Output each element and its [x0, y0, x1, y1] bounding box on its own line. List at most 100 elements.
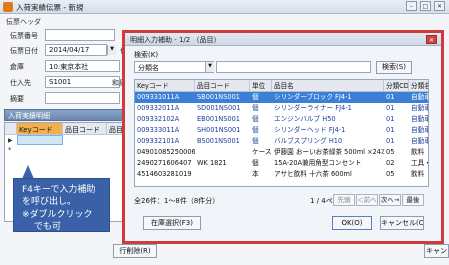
cell: 009332101A [137, 137, 180, 145]
window-title: 入荷実績伝票 - 新規 [16, 3, 84, 12]
cell: 個 [252, 126, 259, 134]
search-input[interactable] [216, 61, 371, 73]
cancel-button[interactable]: キャンセル(C) [380, 216, 424, 230]
cell [195, 147, 250, 158]
cell: 05 [386, 148, 395, 156]
cell: 飲料 [411, 170, 425, 178]
cell: 01 [386, 137, 395, 145]
callout-line-2: を呼び出し。 [22, 197, 77, 207]
stock-select-button[interactable]: 在庫選択(F3) [143, 216, 201, 230]
slip-date-label: 伝票日付 [10, 47, 38, 55]
row-delete-button[interactable]: 行削除(R) [113, 244, 157, 258]
table-row[interactable]: 009332101A BS001NS001 個 バルブスプリング H10 01 … [135, 136, 428, 147]
maximize-button[interactable]: □ [420, 1, 431, 11]
cell: EB001NS001 [197, 115, 240, 123]
grid-col-key[interactable]: Keyコード [17, 123, 63, 135]
app-icon [3, 2, 13, 12]
cell: 009333011A [137, 126, 180, 134]
row-pointer-icon: ▶ [8, 137, 13, 144]
warehouse-select[interactable]: 10:東京本社 [45, 60, 120, 72]
cell: 自動車部品 [411, 126, 428, 134]
callout-pointer [22, 165, 34, 179]
cell: 02 [386, 159, 395, 167]
grid-corner [5, 123, 17, 135]
cell: アサヒ飲料 十六茶 600ml [274, 170, 352, 178]
cell: 2490271606407 [137, 159, 192, 167]
results-table[interactable]: Keyコード 品目コード 単位 品目名 分類CD 分類名 009331011A … [134, 79, 429, 187]
cell: 自動車部品 [411, 93, 428, 101]
cell: 自動車部品 [411, 137, 428, 145]
table-row[interactable]: 009331011A SB001NS001 個 シリンダーブロック FJ4-1 … [135, 92, 428, 103]
chevron-down-icon[interactable]: ▼ [205, 62, 214, 72]
cell: ケース [252, 148, 272, 156]
callout-line-4: でも可 [34, 222, 62, 232]
cell: 飲料 [411, 148, 425, 156]
col-product-name[interactable]: 品目名 [272, 80, 384, 92]
dialog-title: 明細入力補助 - 1/2 （品目） [130, 36, 221, 44]
new-row-marker: * [8, 146, 12, 154]
cell: WK 1821 [197, 159, 227, 167]
slip-date-input[interactable]: 2014/04/17 [45, 44, 107, 56]
detail-band-label: 入荷実績明細 [8, 112, 50, 120]
grid-active-cell[interactable] [17, 135, 63, 145]
cell: エンジンバルブ H50 [274, 115, 336, 123]
table-row[interactable]: 2490271606407 WK 1821 個 15A-20A兼用角型コンセント… [135, 158, 428, 169]
section-header: 伝票ヘッダ [6, 18, 41, 26]
ok-button[interactable]: OK(O) [332, 216, 372, 230]
table-row[interactable]: 04901085250006 ケース 伊藤園 おーいお茶緑茶 500ml ×24… [135, 147, 428, 158]
cell: 自動車部品 [411, 115, 428, 123]
callout-box: F4キーで入力補助 を呼び出し。 ※ダブルクリック でも可 [13, 178, 110, 232]
cell: シリンダーライナー FJ4-1 [274, 104, 352, 112]
prev-page-button[interactable]: ＜前へ [356, 194, 378, 206]
slip-no-input[interactable] [45, 29, 115, 41]
cell [195, 169, 250, 180]
table-row[interactable]: 009332102A EB001NS001 個 エンジンバルブ H50 01 自… [135, 114, 428, 125]
cell: 009332011A [137, 104, 180, 112]
cell: 01 [386, 104, 395, 112]
cell: SB001NS001 [197, 93, 240, 101]
cell: SD001NS001 [197, 104, 241, 112]
table-row[interactable]: 009333011A SH001NS001 個 シリンダーヘッド FJ4-1 0… [135, 125, 428, 136]
calendar-dropdown-icon[interactable]: ▼ [107, 45, 116, 55]
cell: 01 [386, 115, 395, 123]
cell: BS001NS001 [197, 137, 240, 145]
search-group-label: 検索(K) [134, 51, 159, 59]
cell: 009332102A [137, 115, 180, 123]
dialog-close-button[interactable]: ✕ [426, 35, 437, 44]
minimize-button[interactable]: – [406, 1, 417, 11]
table-row[interactable]: 009332011A SD001NS001 個 シリンダーライナー FJ4-1 … [135, 103, 428, 114]
cell: 01 [386, 93, 395, 101]
next-page-button[interactable]: 次へ→ [379, 194, 401, 206]
col-category-name[interactable]: 分類名 [409, 80, 428, 92]
supplier-label: 仕入先 [10, 79, 31, 87]
record-count: 全26件：1〜8件（8件分） [134, 197, 220, 205]
main-cancel-button[interactable]: キャン [424, 244, 449, 258]
memo-input[interactable] [45, 92, 120, 104]
memo-label: 摘要 [10, 95, 24, 103]
cell: 01 [386, 126, 395, 134]
close-button[interactable]: ✕ [434, 1, 445, 11]
col-unit[interactable]: 単位 [250, 80, 272, 92]
grid-col-product[interactable]: 品目コード [63, 123, 107, 135]
cell: 個 [252, 104, 259, 112]
col-category-cd[interactable]: 分類CD [384, 80, 409, 92]
cell: 伊藤園 おーいお茶緑茶 500ml ×24本 [274, 148, 384, 156]
cell: 009331011A [137, 93, 180, 101]
cell: 個 [252, 159, 259, 167]
search-button[interactable]: 検索(S) [376, 61, 412, 74]
slip-no-label: 伝票番号 [10, 32, 38, 40]
last-page-button[interactable]: 最後 [402, 194, 424, 206]
cell: 個 [252, 115, 259, 123]
supplier-code-input[interactable]: S1001 [45, 76, 120, 88]
cell: 04901085250006 [137, 148, 195, 156]
col-product-code[interactable]: 品目コード [195, 80, 250, 92]
cell: SH001NS001 [197, 126, 241, 134]
first-page-button[interactable]: 先頭 [333, 194, 355, 206]
table-row[interactable]: 4514603281019 本 アサヒ飲料 十六茶 600ml 05 飲料 [135, 169, 428, 180]
cell: 個 [252, 93, 259, 101]
search-field-select[interactable]: 分類名 [134, 61, 214, 73]
cell: 4514603281019 [137, 170, 192, 178]
cell: バルブスプリング H10 [274, 137, 343, 145]
cell: 個 [252, 137, 259, 145]
col-key[interactable]: Keyコード [135, 80, 195, 92]
